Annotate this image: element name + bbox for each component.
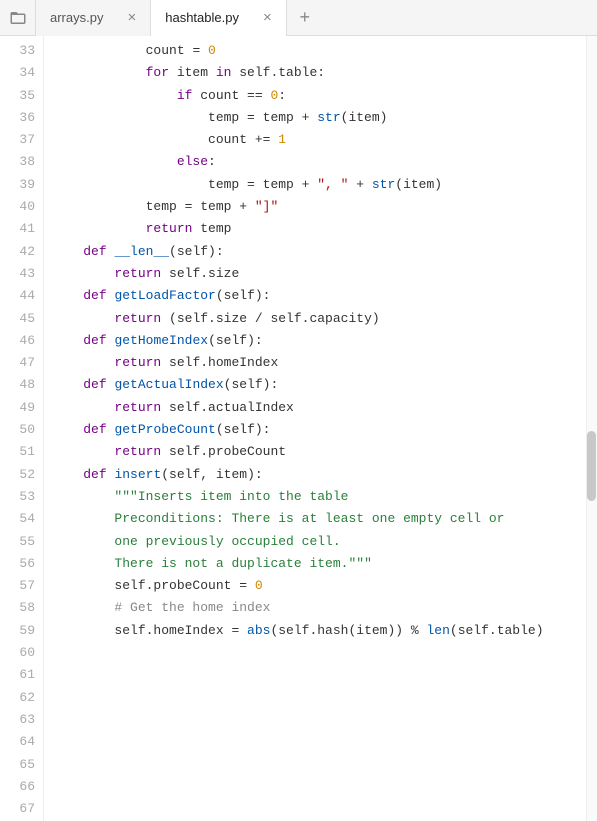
tab-hashtable[interactable]: hashtable.py × (151, 0, 287, 36)
line-number: 52 (0, 464, 35, 486)
code-line[interactable]: def insert(self, item): (52, 464, 597, 486)
code-line[interactable]: else: (52, 151, 597, 173)
code-line[interactable]: def getLoadFactor(self): (52, 285, 597, 307)
line-number: 66 (0, 776, 35, 798)
line-number: 57 (0, 575, 35, 597)
line-number: 49 (0, 397, 35, 419)
open-folder-button[interactable] (0, 0, 36, 36)
line-number: 41 (0, 218, 35, 240)
code-line[interactable]: def __len__(self): (52, 241, 597, 263)
code-line[interactable]: return (self.size / self.capacity) (52, 308, 597, 330)
code-line[interactable]: count += 1 (52, 129, 597, 151)
line-number: 40 (0, 196, 35, 218)
code-line[interactable]: return self.size (52, 263, 597, 285)
line-number: 38 (0, 151, 35, 173)
code-line[interactable]: """Inserts item into the table (52, 486, 597, 508)
code-line[interactable]: return self.probeCount (52, 441, 597, 463)
line-number: 55 (0, 531, 35, 553)
code-line[interactable]: def getHomeIndex(self): (52, 330, 597, 352)
line-number: 33 (0, 40, 35, 62)
line-number: 53 (0, 486, 35, 508)
tab-arrays[interactable]: arrays.py × (36, 0, 151, 36)
line-number: 61 (0, 664, 35, 686)
line-number: 62 (0, 687, 35, 709)
code-line[interactable]: if count == 0: (52, 85, 597, 107)
line-number: 36 (0, 107, 35, 129)
line-number: 44 (0, 285, 35, 307)
line-number: 56 (0, 553, 35, 575)
code-line[interactable]: for item in self.table: (52, 62, 597, 84)
line-number: 34 (0, 62, 35, 84)
line-number: 63 (0, 709, 35, 731)
line-number: 43 (0, 263, 35, 285)
line-number: 48 (0, 374, 35, 396)
code-line[interactable]: There is not a duplicate item.""" (52, 553, 597, 575)
line-number: 65 (0, 754, 35, 776)
code-editor[interactable]: count = 0 for item in self.table: if cou… (44, 36, 597, 821)
code-line[interactable]: def getProbeCount(self): (52, 419, 597, 441)
code-line[interactable]: temp = temp + "]" (52, 196, 597, 218)
plus-icon: + (299, 7, 310, 28)
code-line[interactable]: return temp (52, 218, 597, 240)
line-number: 42 (0, 241, 35, 263)
code-line[interactable]: count = 0 (52, 40, 597, 62)
line-number: 47 (0, 352, 35, 374)
line-number: 54 (0, 508, 35, 530)
line-number: 50 (0, 419, 35, 441)
line-number: 59 (0, 620, 35, 642)
code-line[interactable]: # Get the home index (52, 597, 597, 619)
scrollbar-thumb[interactable] (587, 431, 596, 501)
line-number: 60 (0, 642, 35, 664)
line-number: 67 (0, 798, 35, 820)
line-number: 64 (0, 731, 35, 753)
line-number: 58 (0, 597, 35, 619)
folder-open-icon (9, 9, 27, 27)
tab-label: arrays.py (50, 10, 103, 25)
tab-label: hashtable.py (165, 10, 239, 25)
line-number: 35 (0, 85, 35, 107)
code-line[interactable]: return self.actualIndex (52, 397, 597, 419)
code-line[interactable]: one previously occupied cell. (52, 531, 597, 553)
code-line[interactable]: self.homeIndex = abs(self.hash(item)) % … (52, 620, 597, 642)
new-tab-button[interactable]: + (287, 0, 323, 36)
code-line[interactable]: temp = temp + str(item) (52, 107, 597, 129)
line-number: 37 (0, 129, 35, 151)
tab-bar: arrays.py × hashtable.py × + (0, 0, 597, 36)
line-number: 46 (0, 330, 35, 352)
line-number-gutter: 3334353637383940414243444546474849505152… (0, 36, 44, 821)
close-icon[interactable]: × (259, 9, 276, 26)
code-line[interactable]: def getActualIndex(self): (52, 374, 597, 396)
close-icon[interactable]: × (123, 9, 140, 26)
code-line[interactable]: return self.homeIndex (52, 352, 597, 374)
line-number: 51 (0, 441, 35, 463)
line-number: 45 (0, 308, 35, 330)
line-number: 39 (0, 174, 35, 196)
code-line[interactable]: temp = temp + ", " + str(item) (52, 174, 597, 196)
scrollbar-track[interactable] (586, 36, 597, 821)
editor-area: 3334353637383940414243444546474849505152… (0, 36, 597, 821)
code-line[interactable]: self.probeCount = 0 (52, 575, 597, 597)
code-line[interactable]: Preconditions: There is at least one emp… (52, 508, 597, 530)
